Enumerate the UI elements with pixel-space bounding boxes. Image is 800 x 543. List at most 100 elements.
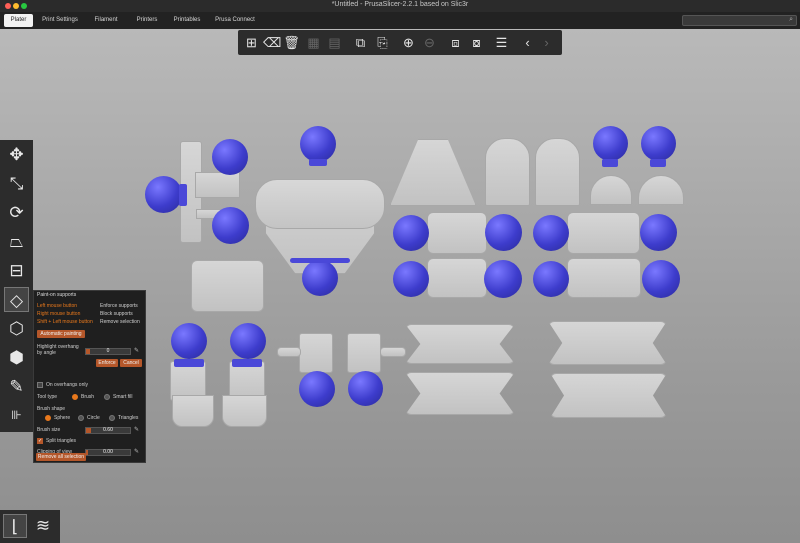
undo-icon[interactable]: ‹	[519, 34, 536, 51]
support-painted-ball[interactable]	[593, 126, 628, 161]
tool-fill-radio[interactable]	[104, 394, 110, 400]
model-part[interactable]	[405, 372, 515, 415]
split-triangles-checkbox[interactable]: ✓	[37, 438, 43, 444]
shape-circle-radio[interactable]	[78, 415, 84, 421]
support-painted-ball[interactable]	[485, 214, 522, 251]
support-painted-ball[interactable]	[348, 371, 383, 406]
cancel-button[interactable]: Cancel	[120, 359, 142, 367]
support-painted-ball[interactable]	[641, 126, 676, 161]
model-part[interactable]	[277, 347, 301, 357]
support-painted-ball[interactable]	[393, 261, 429, 297]
layers-editing-icon[interactable]: ☰	[493, 34, 510, 51]
on-overhangs-checkbox[interactable]	[37, 382, 43, 388]
delete-all-icon[interactable]: 🗑	[283, 34, 300, 51]
model-part[interactable]	[390, 139, 476, 206]
seam-painting-icon[interactable]: ⬡	[4, 316, 29, 341]
model-part[interactable]	[427, 258, 487, 298]
support-painted-ball[interactable]	[212, 207, 249, 244]
delete-icon[interactable]: ⌫	[263, 34, 281, 51]
search-input[interactable]: ⌕	[682, 15, 797, 26]
model-part[interactable]	[485, 138, 530, 206]
view-3d-icon[interactable]: ⌊	[3, 514, 27, 538]
model-part[interactable]	[535, 138, 580, 206]
support-painted-ball[interactable]	[299, 371, 335, 407]
shape-sphere-radio[interactable]	[45, 415, 51, 421]
model-part[interactable]	[590, 175, 632, 205]
model-part[interactable]	[299, 333, 333, 373]
3d-viewport[interactable]	[0, 29, 800, 543]
scale-icon[interactable]: ⤡	[4, 171, 29, 196]
tab-print-settings[interactable]: Print Settings	[40, 14, 80, 27]
edit-value-icon[interactable]: ✎	[134, 448, 139, 455]
edit-value-icon[interactable]: ✎	[134, 426, 139, 433]
tab-printers[interactable]: Printers	[134, 14, 160, 27]
tab-filament[interactable]: Filament	[92, 14, 120, 27]
arrange-icon[interactable]: ▦	[305, 34, 322, 51]
support-painted-ball[interactable]	[145, 176, 182, 213]
split-objects-icon[interactable]: ⧈	[447, 34, 464, 51]
model-part[interactable]	[550, 373, 667, 418]
paste-icon[interactable]: ⎘	[374, 34, 391, 51]
support-painted-ball[interactable]	[533, 261, 569, 297]
split-triangles-label: Split triangles	[46, 438, 77, 444]
add-icon[interactable]: ⊞	[243, 34, 260, 51]
left-mouse-hint: Left mouse button	[37, 303, 78, 309]
model-part[interactable]	[380, 347, 406, 357]
measure-icon[interactable]: ⊪	[4, 403, 29, 428]
shape-circle-label: Circle	[87, 415, 100, 421]
model-part[interactable]	[191, 260, 264, 312]
automatic-painting-button[interactable]: Automatic painting	[37, 330, 85, 338]
model-part[interactable]	[172, 395, 214, 427]
support-painted-ball[interactable]	[300, 126, 336, 162]
arrange-selection-icon[interactable]: ▤	[326, 34, 343, 51]
support-painted-ball[interactable]	[393, 215, 429, 251]
tab-plater[interactable]: Plater	[4, 14, 33, 27]
threshold-slider[interactable]: 0	[85, 348, 131, 355]
copy-icon[interactable]: ⧉	[352, 34, 369, 51]
model-part[interactable]	[405, 324, 515, 364]
tool-brush-radio[interactable]	[72, 394, 78, 400]
support-painted-ball[interactable]	[171, 323, 207, 359]
tab-printables[interactable]: Printables	[172, 14, 202, 27]
support-painted-ball[interactable]	[230, 323, 266, 359]
add-instance-icon[interactable]: ⊕	[400, 34, 417, 51]
place-on-face-icon[interactable]: ⏢	[4, 229, 29, 254]
clipping-slider[interactable]: 0.00	[85, 449, 131, 456]
rotate-icon[interactable]: ⟳	[4, 200, 29, 225]
redo-icon[interactable]: ›	[538, 34, 555, 51]
shape-triangle-radio[interactable]	[109, 415, 115, 421]
model-part[interactable]	[548, 321, 667, 365]
enforce-button[interactable]: Enforce	[96, 359, 118, 367]
support-painted-ball[interactable]	[302, 260, 338, 296]
split-parts-icon[interactable]: ⧇	[468, 34, 485, 51]
move-icon[interactable]: ✥	[4, 142, 29, 167]
model-part[interactable]	[567, 212, 640, 254]
preview-icon[interactable]: ≋	[31, 514, 55, 538]
paint-supports-icon[interactable]: ◇	[4, 287, 29, 312]
model-part[interactable]	[567, 258, 641, 298]
support-painted-ball[interactable]	[533, 215, 569, 251]
emboss-icon[interactable]: ✎	[4, 374, 29, 399]
model-part[interactable]	[222, 395, 267, 427]
multimaterial-painting-icon[interactable]: ⬢	[4, 345, 29, 370]
tool-fill-label: Smart fill	[113, 394, 133, 400]
model-part[interactable]	[255, 179, 385, 229]
remove-instance-icon[interactable]: ⊖	[421, 34, 438, 51]
support-paint	[650, 159, 666, 167]
remove-all-button[interactable]: Remove all selection	[36, 453, 86, 461]
support-painted-ball[interactable]	[642, 260, 680, 298]
threshold-value: 0	[106, 348, 110, 354]
edit-value-icon[interactable]: ✎	[134, 347, 139, 354]
support-painted-ball[interactable]	[212, 139, 248, 175]
brush-size-slider[interactable]: 0.60	[85, 427, 131, 434]
support-painted-ball[interactable]	[640, 214, 677, 251]
view-switcher: ⌊ ≋	[0, 510, 60, 543]
support-painted-ball[interactable]	[484, 260, 522, 298]
cut-icon[interactable]: ⊟	[4, 258, 29, 283]
model-part[interactable]	[347, 333, 381, 373]
model-part[interactable]	[638, 175, 684, 205]
tab-prusa-connect[interactable]: Prusa Connect	[215, 14, 255, 27]
brush-size-value: 0.60	[103, 427, 113, 433]
model-part[interactable]	[195, 172, 240, 198]
model-part[interactable]	[427, 212, 487, 254]
